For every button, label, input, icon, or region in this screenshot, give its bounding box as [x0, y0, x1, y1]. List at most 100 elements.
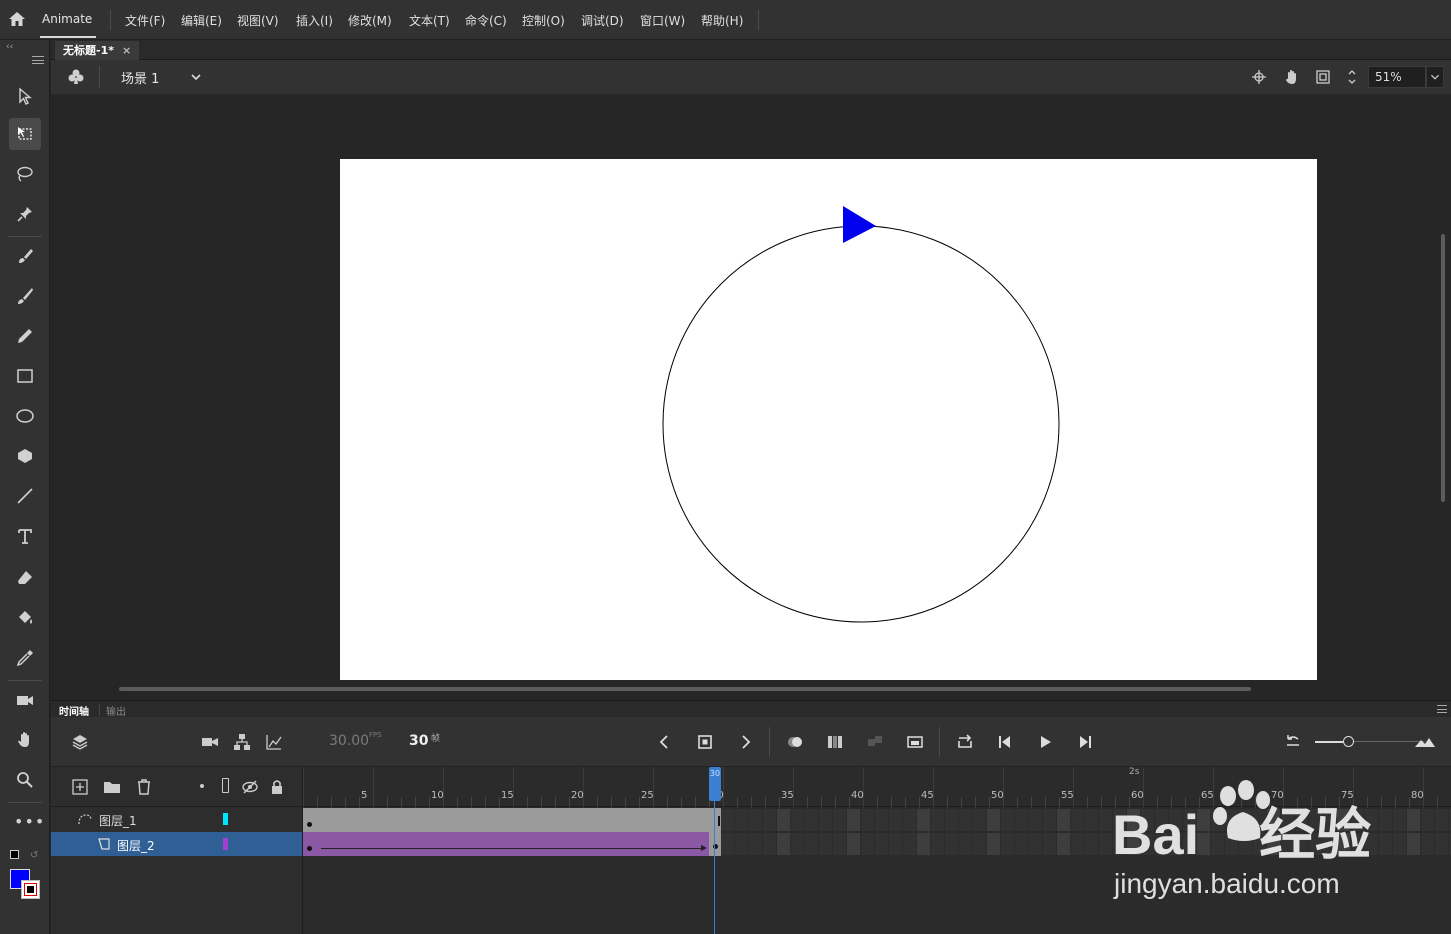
- menu-item[interactable]: 控制(O): [522, 12, 565, 29]
- insert-keyframe-icon[interactable]: [696, 733, 714, 751]
- show-hide-eye-icon[interactable]: [241, 778, 259, 796]
- pencil-tool-icon[interactable]: [9, 320, 41, 352]
- close-icon[interactable]: ×: [122, 41, 131, 60]
- horizontal-scrollbar[interactable]: [119, 687, 1251, 691]
- layer-color-swatch[interactable]: [223, 813, 228, 825]
- menu-item[interactable]: 窗口(W): [640, 12, 685, 29]
- empty-frame-cell: [777, 809, 790, 831]
- reset-zoom-icon[interactable]: [1284, 733, 1302, 751]
- zoom-input[interactable]: 51%: [1368, 66, 1426, 88]
- layers-icon[interactable]: [71, 733, 89, 751]
- tab-timeline[interactable]: 时间轴: [59, 703, 89, 718]
- empty-frame-cell: [1029, 809, 1042, 831]
- menu-item[interactable]: 文件(F): [125, 12, 165, 29]
- layer2-tween-span[interactable]: [303, 832, 721, 856]
- paint-brush-tool-icon[interactable]: [9, 240, 41, 272]
- line-tool-icon[interactable]: [9, 480, 41, 512]
- document-tab[interactable]: 无标题-1* ×: [55, 41, 140, 60]
- new-folder-icon[interactable]: [103, 778, 121, 796]
- text-tool-icon[interactable]: [9, 520, 41, 552]
- app-name[interactable]: Animate: [42, 12, 92, 26]
- edit-multiple-frames-icon[interactable]: [826, 733, 844, 751]
- default-colors-icon[interactable]: [10, 850, 19, 859]
- more-tools-icon[interactable]: •••: [14, 812, 45, 831]
- step-forward-icon[interactable]: [1076, 733, 1094, 751]
- lock-icon[interactable]: [268, 778, 286, 796]
- layer-color-swatch[interactable]: [223, 838, 228, 850]
- stage[interactable]: [340, 159, 1317, 680]
- play-icon[interactable]: [1036, 733, 1054, 751]
- vertical-scrollbar[interactable]: [1441, 234, 1445, 502]
- rectangle-tool-icon[interactable]: [9, 360, 41, 392]
- stroke-color-swatch[interactable]: [21, 880, 40, 899]
- fps-value[interactable]: 30.00: [329, 733, 369, 749]
- onion-skin-icon[interactable]: [786, 733, 804, 751]
- loop-icon[interactable]: [956, 733, 974, 751]
- zoom-tool-icon[interactable]: [9, 764, 41, 796]
- outline-layers-icon[interactable]: [222, 778, 229, 793]
- highlight-layers-icon[interactable]: [200, 784, 204, 788]
- chevron-down-icon[interactable]: [189, 70, 203, 84]
- menu-item[interactable]: 编辑(E): [181, 12, 222, 29]
- delete-layer-icon[interactable]: [135, 778, 153, 796]
- keyframe-dot[interactable]: [307, 846, 312, 851]
- home-icon[interactable]: [8, 10, 26, 28]
- empty-frame-cell: [763, 809, 776, 831]
- oval-tool-icon[interactable]: [9, 400, 41, 432]
- zoom-dropdown[interactable]: [1426, 66, 1444, 88]
- zoom-stepper[interactable]: [1347, 66, 1357, 88]
- timeline-menu-icon[interactable]: [1437, 705, 1447, 713]
- scene-label[interactable]: 场景 1: [121, 68, 159, 87]
- eyedropper-tool-icon[interactable]: [9, 642, 41, 674]
- clip-content-icon[interactable]: [1315, 69, 1331, 85]
- keyframe-dot[interactable]: [307, 822, 312, 827]
- menu-item[interactable]: 修改(M): [348, 12, 392, 29]
- current-frame-value[interactable]: 30: [409, 733, 428, 749]
- layer-row-selected[interactable]: 图层_2: [51, 832, 302, 856]
- panel-menu-icon[interactable]: [32, 56, 44, 64]
- fit-frames-icon[interactable]: [1414, 733, 1436, 751]
- selection-tool-icon[interactable]: [9, 80, 41, 112]
- new-layer-icon[interactable]: [71, 778, 89, 796]
- layer1-frame-span[interactable]: [303, 808, 721, 832]
- layer-name[interactable]: 图层_2: [117, 837, 155, 854]
- graph-icon[interactable]: [265, 733, 283, 751]
- free-transform-tool-icon[interactable]: [9, 118, 41, 150]
- layer-row[interactable]: 图层_1: [51, 807, 302, 831]
- paint-bucket-tool-icon[interactable]: [9, 602, 41, 634]
- camera-tool-icon[interactable]: [9, 684, 41, 716]
- layer-name[interactable]: 图层_1: [99, 812, 137, 829]
- rotation-hand-icon[interactable]: [1283, 69, 1299, 85]
- camera-icon[interactable]: [201, 733, 219, 751]
- swap-colors-icon[interactable]: ↺: [30, 850, 38, 861]
- end-frame-marker[interactable]: [718, 816, 720, 826]
- menu-item[interactable]: 调试(D): [581, 12, 624, 29]
- lasso-tool-icon[interactable]: [9, 158, 41, 190]
- menu-item[interactable]: 视图(V): [237, 12, 279, 29]
- center-stage-icon[interactable]: [1251, 69, 1267, 85]
- center-frame-icon[interactable]: [866, 733, 884, 751]
- time-marker: 2s: [1129, 767, 1140, 777]
- layer-panel: 图层_1 图层_2: [51, 767, 303, 934]
- pin-tool-icon[interactable]: [9, 198, 41, 230]
- brush-tool-icon[interactable]: [9, 280, 41, 312]
- next-keyframe-icon[interactable]: [736, 733, 754, 751]
- menu-item[interactable]: 命令(C): [465, 12, 507, 29]
- scene-clubs-icon[interactable]: [67, 68, 85, 86]
- empty-frame-cell: [875, 833, 888, 855]
- polystar-tool-icon[interactable]: [9, 440, 41, 472]
- step-back-icon[interactable]: [996, 733, 1014, 751]
- playhead[interactable]: 30: [709, 767, 721, 801]
- menu-item[interactable]: 帮助(H): [701, 12, 743, 29]
- slider-thumb[interactable]: [1343, 736, 1354, 747]
- hand-tool-icon[interactable]: [9, 724, 41, 756]
- create-tween-icon[interactable]: [906, 733, 924, 751]
- layer-parenting-icon[interactable]: [233, 733, 251, 751]
- menu-item[interactable]: 文本(T): [409, 12, 450, 29]
- tab-output[interactable]: 输出: [106, 703, 126, 718]
- eraser-tool-icon[interactable]: [9, 562, 41, 594]
- previous-keyframe-icon[interactable]: [656, 733, 674, 751]
- tween-arrow-line: [321, 848, 703, 849]
- menu-item[interactable]: 插入(I): [296, 12, 333, 29]
- collapse-panel-icon[interactable]: ‹‹: [6, 42, 13, 52]
